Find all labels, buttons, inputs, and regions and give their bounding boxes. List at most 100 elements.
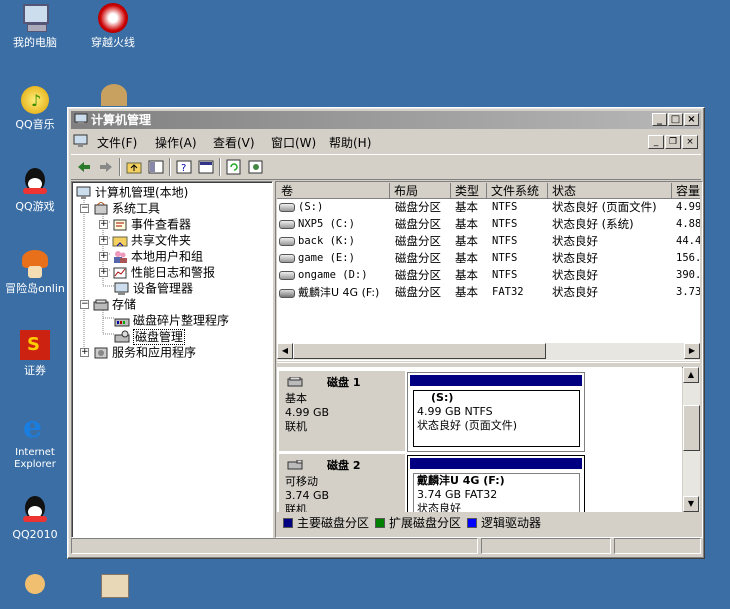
tree-node-performance-logs[interactable]: + 性能日志和警报 bbox=[99, 264, 215, 280]
desktop-icon-qq-game[interactable]: QQ游戏 bbox=[0, 166, 70, 213]
tree-node-event-viewer[interactable]: + 事件查看器 bbox=[99, 216, 191, 232]
volume-row[interactable]: 戴麟沣U 4G (F:) 磁盘分区 基本 FAT32 状态良好 3.73 bbox=[277, 284, 700, 301]
inner-minimize-button[interactable]: _ bbox=[648, 135, 664, 149]
desktop-icon-maplestory[interactable]: 冒险岛onlin bbox=[0, 248, 70, 295]
desktop-icon-crossfire[interactable]: 穿越火线 bbox=[78, 2, 148, 49]
volume-row[interactable]: NXP5 (C:) 磁盘分区 基本 NTFS 状态良好 (系统) 4.88 bbox=[277, 216, 700, 233]
scroll-thumb[interactable] bbox=[683, 405, 700, 451]
volume-list[interactable]: 卷 布局 类型 文件系统 状态 容量 (S:) 磁盘分区 基本 NTFS 状态良… bbox=[277, 183, 700, 361]
tree-node-storage[interactable]: − 存储 bbox=[80, 296, 136, 312]
expand-toggle[interactable]: + bbox=[99, 268, 108, 277]
toolbar: ? bbox=[71, 154, 701, 180]
volume-name: back (K:) bbox=[279, 233, 355, 250]
partition-status: 状态良好 bbox=[417, 502, 461, 512]
tree-node-local-users[interactable]: + 本地用户和组 bbox=[99, 248, 203, 264]
disk-icon bbox=[287, 377, 303, 387]
scroll-left-button[interactable]: ◀ bbox=[277, 343, 293, 359]
removable-disk-icon bbox=[287, 460, 303, 470]
tree-node-device-manager[interactable]: 设备管理器 bbox=[114, 280, 193, 296]
partition-f[interactable]: 戴麟沣U 4G (F:) 3.74 GB FAT32 状态良好 bbox=[407, 455, 585, 512]
volume-capacity: 156. bbox=[676, 252, 700, 264]
volume-row[interactable]: (S:) 磁盘分区 基本 NTFS 状态良好 (页面文件) 4.99 bbox=[277, 199, 700, 216]
refresh-icon[interactable] bbox=[225, 159, 243, 175]
computer-management-icon bbox=[76, 186, 91, 199]
volume-layout: 磁盘分区 bbox=[395, 200, 441, 214]
disk-graphical-view[interactable]: 磁盘 1 基本 4.99 GB 联机 (S:) 4.99 GB NTFS 状态良… bbox=[277, 367, 682, 512]
column-header-filesystem[interactable]: 文件系统 bbox=[487, 183, 548, 199]
scroll-thumb[interactable] bbox=[293, 343, 546, 359]
back-arrow-icon[interactable] bbox=[75, 159, 93, 175]
desktop-icon-qq[interactable]: QQ2010 bbox=[0, 494, 70, 541]
maximize-button[interactable]: □ bbox=[668, 113, 683, 126]
desktop-icon-partial-2[interactable] bbox=[78, 574, 148, 609]
desktop-icon-stock[interactable]: S 证券 bbox=[0, 330, 70, 377]
partition-label: 戴麟沣U 4G (F:) bbox=[417, 474, 505, 487]
export-list-icon[interactable] bbox=[247, 159, 265, 175]
primary-partition-swatch bbox=[283, 518, 293, 528]
inner-restore-button[interactable]: ❐ bbox=[665, 135, 681, 149]
disk-2-info[interactable]: 磁盘 2 可移动 3.74 GB 联机 bbox=[279, 454, 405, 512]
primary-partition-bar bbox=[410, 375, 582, 386]
desktop-icon-label: 冒险岛onlin bbox=[5, 282, 65, 295]
properties-icon[interactable] bbox=[197, 159, 215, 175]
tree-node-system-tools[interactable]: − 系统工具 bbox=[80, 200, 160, 216]
column-header-volume[interactable]: 卷 bbox=[277, 183, 390, 199]
horizontal-scrollbar[interactable]: ◀ ▶ bbox=[277, 343, 700, 360]
expand-toggle[interactable]: + bbox=[99, 236, 108, 245]
volume-row[interactable]: ongame (D:) 磁盘分区 基本 NTFS 状态良好 390. bbox=[277, 267, 700, 284]
collapse-toggle[interactable]: − bbox=[80, 204, 89, 213]
scroll-right-button[interactable]: ▶ bbox=[684, 343, 700, 359]
menu-action[interactable]: 操作(A) bbox=[155, 134, 197, 151]
expand-toggle[interactable]: + bbox=[80, 348, 89, 357]
menu-view[interactable]: 查看(V) bbox=[213, 134, 255, 151]
partition-details: (S:) 4.99 GB NTFS 状态良好 (页面文件) bbox=[413, 390, 580, 447]
show-hide-tree-icon[interactable] bbox=[147, 159, 165, 175]
volume-status: 状态良好 (页面文件) bbox=[552, 200, 657, 214]
volume-layout: 磁盘分区 bbox=[395, 217, 441, 231]
inner-close-button[interactable]: × bbox=[682, 135, 698, 149]
tree-root[interactable]: 计算机管理(本地) bbox=[76, 184, 188, 200]
document-icon[interactable] bbox=[73, 134, 89, 148]
tree-node-disk-management[interactable]: 磁盘管理 bbox=[114, 328, 186, 345]
drive-icon bbox=[279, 236, 295, 246]
close-button[interactable]: × bbox=[684, 113, 699, 126]
collapse-toggle[interactable]: − bbox=[80, 300, 89, 309]
extended-partition-swatch bbox=[375, 518, 385, 528]
desktop-icon-my-computer[interactable]: 我的电脑 bbox=[0, 2, 70, 49]
volume-row[interactable]: game (E:) 磁盘分区 基本 NTFS 状态良好 156. bbox=[277, 250, 700, 267]
column-header-status[interactable]: 状态 bbox=[548, 183, 672, 199]
expand-toggle[interactable]: + bbox=[99, 252, 108, 261]
menu-window[interactable]: 窗口(W) bbox=[271, 134, 316, 151]
console-tree[interactable]: 计算机管理(本地) − 系统工具 + 事件查看器 + 共享文件夹 + 本地用户和组 + 性… bbox=[71, 181, 273, 538]
partition-s[interactable]: (S:) 4.99 GB NTFS 状态良好 (页面文件) bbox=[407, 372, 585, 452]
volume-layout: 磁盘分区 bbox=[395, 268, 441, 282]
desktop-icon-partial-1[interactable] bbox=[0, 574, 70, 609]
crossfire-icon bbox=[97, 2, 129, 34]
forward-arrow-icon[interactable] bbox=[97, 159, 115, 175]
logical-drive-swatch bbox=[467, 518, 477, 528]
tree-node-shared-folders[interactable]: + 共享文件夹 bbox=[99, 232, 191, 248]
volume-row[interactable]: back (K:) 磁盘分区 基本 NTFS 状态良好 44.4 bbox=[277, 233, 700, 250]
disk-type: 可移动 bbox=[285, 475, 318, 488]
up-folder-icon[interactable] bbox=[125, 159, 143, 175]
tree-node-services-apps[interactable]: + 服务和应用程序 bbox=[80, 344, 196, 360]
column-header-type[interactable]: 类型 bbox=[451, 183, 487, 199]
scroll-up-button[interactable]: ▲ bbox=[683, 367, 699, 383]
column-header-capacity[interactable]: 容量 bbox=[672, 183, 700, 199]
tree-node-defrag[interactable]: 磁盘碎片整理程序 bbox=[114, 312, 229, 328]
disk-1-info[interactable]: 磁盘 1 基本 4.99 GB 联机 bbox=[279, 371, 405, 451]
desktop-icon-qq-music[interactable]: ♪ QQ音乐 bbox=[0, 84, 70, 131]
scroll-down-button[interactable]: ▼ bbox=[683, 496, 699, 512]
column-header-layout[interactable]: 布局 bbox=[390, 183, 451, 199]
status-bar bbox=[71, 538, 701, 554]
help-icon[interactable]: ? bbox=[175, 159, 193, 175]
title-bar[interactable]: 计算机管理 _ □ × bbox=[71, 111, 701, 129]
vertical-scrollbar[interactable]: ▲ ▼ bbox=[683, 367, 700, 512]
menu-help[interactable]: 帮助(H) bbox=[329, 134, 371, 151]
expand-toggle[interactable]: + bbox=[99, 220, 108, 229]
menu-file[interactable]: 文件(F) bbox=[97, 134, 137, 151]
volume-capacity: 4.99 bbox=[676, 201, 700, 213]
desktop-icon-ie[interactable]: e Internet Explorer bbox=[0, 412, 70, 471]
volume-name: game (E:) bbox=[279, 250, 355, 267]
minimize-button[interactable]: _ bbox=[652, 113, 667, 126]
